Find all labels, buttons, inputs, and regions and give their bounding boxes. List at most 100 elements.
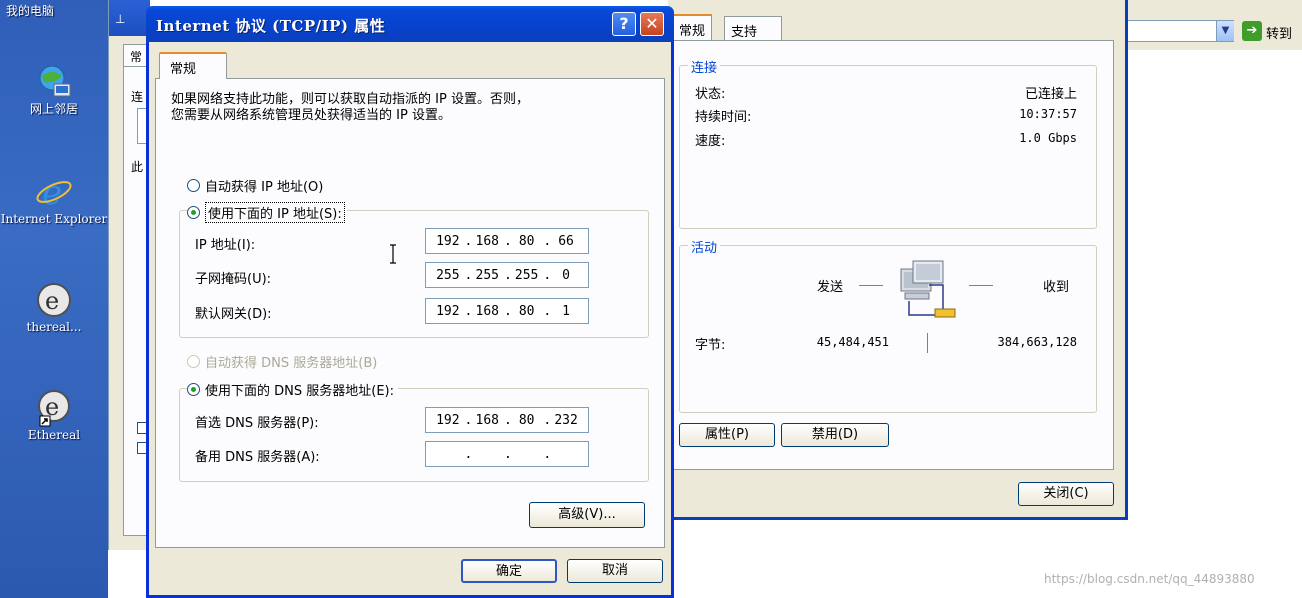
- disable-button[interactable]: 禁用(D): [781, 423, 889, 447]
- my-computer-label: 我的电脑: [6, 4, 55, 18]
- gw-octet-4: 1: [562, 303, 570, 319]
- properties-button[interactable]: 属性(P): [679, 423, 775, 447]
- mask-octet-3: 255: [514, 267, 539, 283]
- gw-octet-2: 168: [475, 303, 499, 319]
- text-cursor-icon: [390, 244, 396, 264]
- background-window-text-1: 连: [131, 90, 144, 104]
- dns1-octet-3: 80: [518, 412, 535, 428]
- received-line: [969, 285, 993, 286]
- duration-label: 持续时间:: [695, 110, 752, 125]
- radio-on-icon: [187, 206, 200, 219]
- auto-dns-radio[interactable]: 自动获得 DNS 服务器地址(B): [187, 352, 377, 371]
- speed-label: 速度:: [695, 134, 726, 149]
- subnet-mask-label: 子网掩码(U):: [195, 272, 272, 287]
- preferred-dns-input[interactable]: 192. 168. 80. 232: [425, 407, 589, 433]
- gw-octet-1: 192: [436, 303, 460, 319]
- connection-group-title: 连接: [688, 57, 721, 76]
- desktop-my-computer[interactable]: 我的电脑: [0, 4, 108, 19]
- speed-value: 1.0 Gbps: [1019, 131, 1077, 145]
- status-value: 已连接上: [1024, 87, 1077, 102]
- ip-octet-1: 192: [436, 233, 460, 249]
- internet-explorer-label: Internet Explorer: [0, 212, 108, 226]
- network-activity-icon: [900, 260, 956, 318]
- background-properties-window: ⊥ 常 连 此: [108, 0, 151, 550]
- description-line-2: 您需要从网络系统管理员处获得适当的 IP 设置。: [171, 108, 451, 123]
- manual-ip-radio[interactable]: 使用下面的 IP 地址(S):: [187, 202, 347, 223]
- desktop-ethereal-shortcut[interactable]: e thereal...: [0, 280, 108, 335]
- sent-line: [859, 285, 883, 286]
- network-places-label: 网上邻居: [29, 102, 78, 116]
- status-label: 状态:: [695, 87, 726, 102]
- desktop-ethereal[interactable]: e Ethereal: [0, 388, 108, 443]
- dns1-octet-2: 168: [475, 412, 499, 428]
- help-icon[interactable]: ?: [612, 12, 636, 36]
- bytes-received-value: 384,663,128: [997, 335, 1077, 349]
- dialog-titlebar[interactable]: Internet 协议 (TCP/IP) 属性 ? ✕: [146, 6, 674, 42]
- alternate-dns-label: 备用 DNS 服务器(A):: [195, 450, 320, 465]
- advanced-button[interactable]: 高级(V)...: [529, 502, 645, 528]
- ip-octet-4: 66: [558, 233, 574, 249]
- tab-general[interactable]: 常规: [672, 14, 713, 41]
- tab-general[interactable]: 常规: [159, 52, 227, 79]
- dialog-title: Internet 协议 (TCP/IP) 属性: [156, 17, 386, 35]
- connection-status-window: 常规 支持 连接 状态: 已连接上 持续时间: 10:37:57 速度: 1.0…: [668, 0, 1128, 520]
- subnet-mask-input[interactable]: 255. 255. 255. 0: [425, 262, 589, 288]
- watermark: https://blog.csdn.net/qq_44893880: [1044, 572, 1255, 586]
- ethereal-label: Ethereal: [27, 428, 81, 442]
- go-arrow-icon[interactable]: ➔: [1242, 21, 1262, 41]
- close-icon[interactable]: ✕: [640, 12, 664, 36]
- auto-ip-radio[interactable]: 自动获得 IP 地址(O): [187, 176, 323, 195]
- go-label[interactable]: 转到: [1266, 23, 1292, 42]
- description-line-1: 如果网络支持此功能，则可以获取自动指派的 IP 设置。否则，: [171, 92, 529, 107]
- sent-label: 发送: [817, 280, 844, 295]
- background-window-text-2: 此: [131, 160, 144, 174]
- preferred-dns-label: 首选 DNS 服务器(P):: [195, 416, 319, 431]
- manual-dns-group: [179, 388, 649, 482]
- ip-octet-3: 80: [518, 233, 535, 249]
- cancel-button[interactable]: 取消: [567, 559, 663, 583]
- radio-on-icon: [187, 383, 200, 396]
- description-text: 如果网络支持此功能，则可以获取自动指派的 IP 设置。否则， 您需要从网络系统管…: [171, 92, 641, 124]
- dns1-octet-1: 192: [436, 412, 460, 428]
- ip-octet-2: 168: [475, 233, 499, 249]
- ethereal-short-label: thereal...: [26, 320, 82, 334]
- network-adapter-icon: ⊥: [115, 12, 126, 26]
- manual-ip-label: 使用下面的 IP 地址(S):: [205, 202, 345, 223]
- explorer-address-bar: ▼ ➔ 转到: [1118, 0, 1302, 50]
- auto-dns-label: 自动获得 DNS 服务器地址(B): [205, 356, 378, 371]
- manual-dns-label: 使用下面的 DNS 服务器地址(E):: [205, 384, 394, 399]
- radio-off-icon: [187, 179, 200, 192]
- bytes-sent-value: 45,484,451: [816, 335, 889, 349]
- background-window-titlebar: ⊥: [109, 0, 150, 36]
- alternate-dns-input[interactable]: . . .: [425, 441, 589, 467]
- desktop-internet-explorer[interactable]: e Internet Explorer: [0, 172, 108, 227]
- radio-disabled-icon: [187, 355, 200, 368]
- ethereal-shortcut-icon: e: [38, 390, 70, 427]
- svg-text:e: e: [42, 173, 62, 212]
- desktop-network-places[interactable]: 网上邻居: [0, 62, 108, 117]
- chevron-down-icon[interactable]: ▼: [1216, 21, 1234, 41]
- gw-octet-3: 80: [518, 303, 535, 319]
- gateway-input[interactable]: 192. 168. 80. 1: [425, 298, 589, 324]
- received-label: 收到: [1043, 280, 1070, 295]
- gateway-label: 默认网关(D):: [195, 307, 272, 322]
- close-button[interactable]: 关闭(C): [1018, 482, 1114, 506]
- mask-octet-4: 0: [562, 267, 570, 283]
- ip-address-input[interactable]: 192. 168. 80. 66: [425, 228, 589, 254]
- duration-value: 10:37:57: [1019, 107, 1077, 121]
- tab-support[interactable]: 支持: [724, 16, 782, 40]
- ip-address-label: IP 地址(I):: [195, 238, 256, 253]
- auto-ip-label: 自动获得 IP 地址(O): [205, 180, 324, 195]
- svg-text:e: e: [45, 287, 59, 315]
- network-places-icon: [39, 65, 71, 97]
- activity-group-title: 活动: [688, 237, 721, 256]
- dns1-octet-4: 232: [554, 412, 578, 428]
- activity-group: 活动: [679, 237, 1097, 413]
- desktop: 我的电脑 网上邻居 e Internet Explorer e thereal.…: [0, 0, 108, 598]
- internet-explorer-icon: e: [36, 173, 72, 212]
- manual-dns-radio[interactable]: 使用下面的 DNS 服务器地址(E):: [187, 380, 398, 399]
- ok-button[interactable]: 确定: [461, 559, 557, 583]
- status-panel: 连接 状态: 已连接上 持续时间: 10:37:57 速度: 1.0 Gbps …: [668, 40, 1114, 470]
- mask-octet-1: 255: [436, 267, 460, 283]
- bytes-label: 字节:: [695, 338, 726, 353]
